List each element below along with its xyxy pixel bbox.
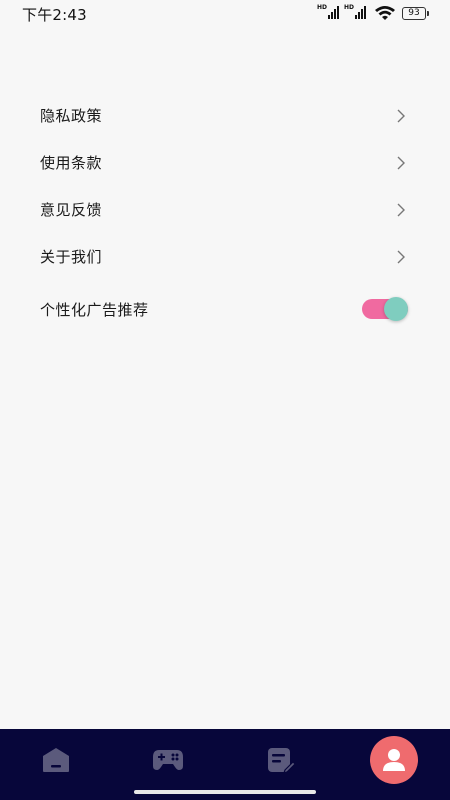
nav-tab-home[interactable] (31, 735, 81, 785)
settings-item-label: 关于我们 (40, 248, 103, 266)
home-icon (43, 748, 69, 772)
settings-item-label: 个性化广告推荐 (40, 300, 149, 319)
status-time: 下午2:43 (22, 6, 87, 24)
nav-tab-profile[interactable] (369, 735, 419, 785)
settings-item-feedback[interactable]: 意见反馈 (0, 186, 450, 233)
gamepad-icon (153, 750, 183, 770)
wifi-icon (375, 6, 395, 20)
nav-tab-games[interactable] (143, 735, 193, 785)
settings-item-about-us[interactable]: 关于我们 (0, 233, 450, 280)
notes-icon (268, 748, 295, 773)
battery-icon: 93 (402, 6, 429, 20)
chevron-right-icon (397, 109, 405, 122)
personalized-ads-toggle[interactable] (362, 297, 408, 321)
chevron-right-icon (397, 203, 405, 216)
status-bar: 下午2:43 HD HD 93 (0, 0, 450, 26)
settings-item-label: 隐私政策 (40, 107, 103, 125)
settings-item-terms-of-use[interactable]: 使用条款 (0, 139, 450, 186)
cellular-signal-icon: HD (344, 5, 368, 21)
settings-list: 隐私政策 使用条款 意见反馈 关于我们 个性化广告推荐 (0, 92, 450, 336)
status-icons: HD HD 93 (317, 4, 429, 22)
settings-item-label: 使用条款 (40, 154, 103, 172)
home-indicator[interactable] (134, 790, 316, 794)
chevron-right-icon (397, 250, 405, 263)
cellular-signal-icon: HD (317, 5, 341, 21)
toggle-knob (384, 297, 408, 321)
settings-item-privacy-policy[interactable]: 隐私政策 (0, 92, 450, 139)
settings-item-personalized-ads: 个性化广告推荐 (0, 282, 450, 336)
settings-item-label: 意见反馈 (40, 201, 103, 219)
active-tab-indicator (370, 736, 418, 784)
profile-icon (383, 749, 405, 771)
chevron-right-icon (397, 156, 405, 169)
nav-tab-notes[interactable] (256, 735, 306, 785)
